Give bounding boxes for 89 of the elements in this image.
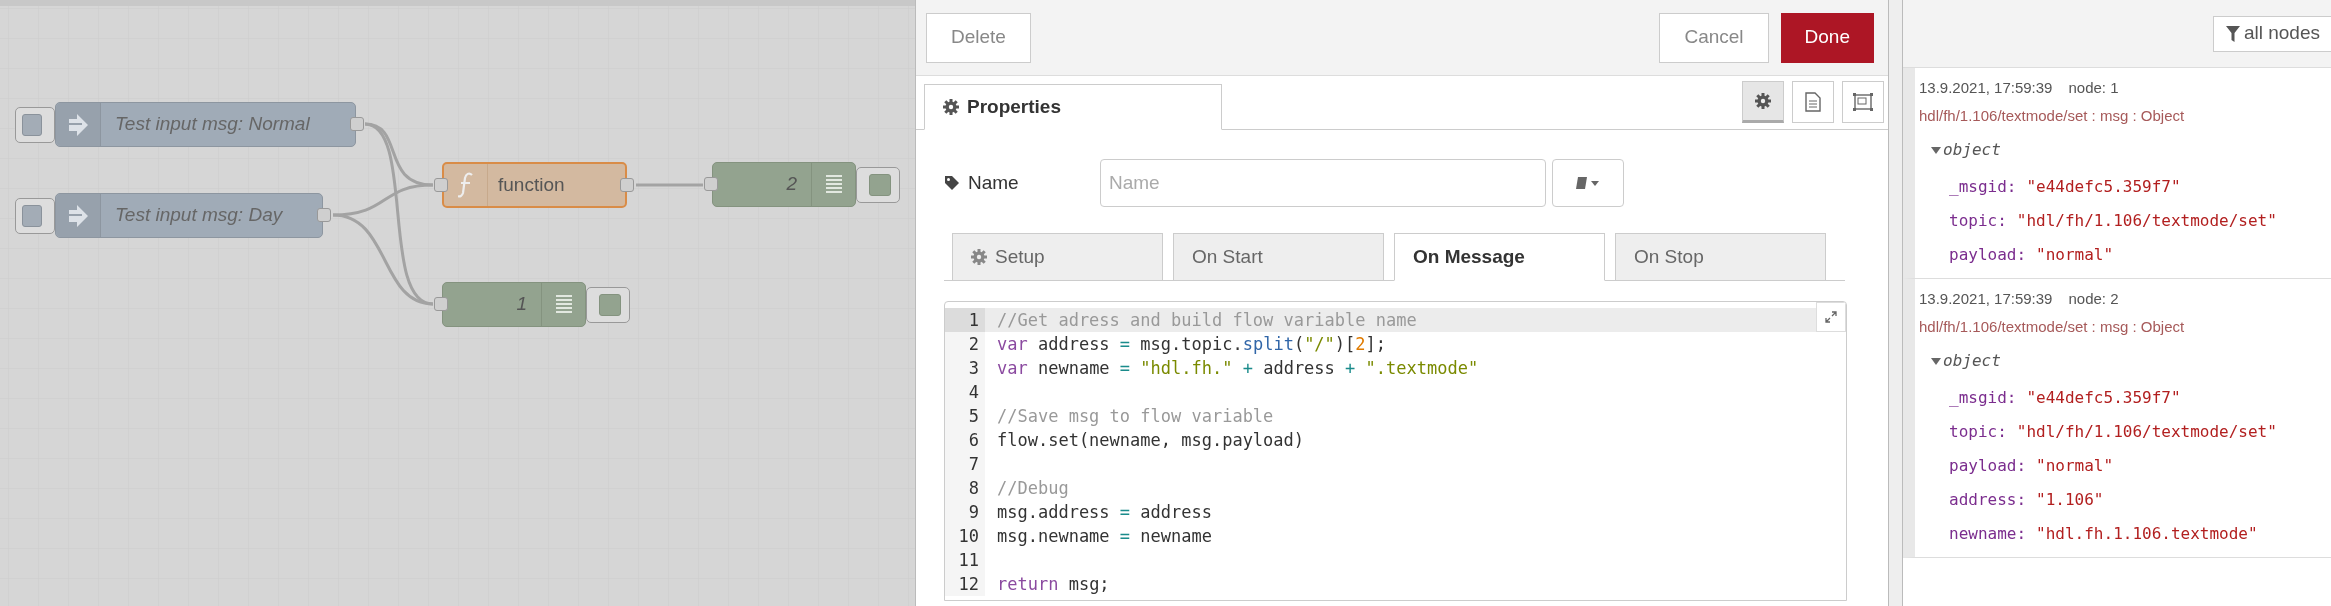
property-row-text: address: "1.106"	[1948, 489, 2105, 511]
code-line: var address = msg.topic.split("/")[2];	[996, 333, 1387, 356]
object-toggle[interactable]: object	[1919, 341, 2331, 381]
output-port[interactable]	[620, 178, 634, 192]
node-label: function	[497, 172, 565, 197]
frame-icon	[1852, 92, 1874, 112]
input-port[interactable]	[704, 177, 718, 191]
list-icon	[825, 173, 842, 196]
wire	[636, 183, 703, 187]
inject-node-button[interactable]	[15, 107, 55, 143]
tab[interactable]: Setup	[952, 233, 1163, 281]
function-node[interactable]: function	[442, 162, 627, 208]
gear-icon	[971, 249, 987, 265]
line-number: 9	[945, 500, 985, 524]
description-button[interactable]	[1792, 81, 1834, 123]
object-toggle[interactable]: object	[1919, 130, 2331, 170]
expand-icon	[1825, 311, 1837, 323]
message-time: 13.9.2021, 17:59:39	[1919, 77, 2053, 98]
message-source-label: node: 1	[2068, 77, 2119, 98]
node-label: 2	[786, 172, 798, 197]
input-port[interactable]	[434, 178, 448, 192]
line-number: 7	[945, 452, 985, 476]
line-number: 2	[945, 332, 985, 356]
caret-icon	[1931, 357, 1941, 365]
caret-icon	[1931, 146, 1941, 154]
input-port[interactable]	[434, 297, 448, 311]
line-number: 11	[945, 548, 985, 572]
inject-node-button[interactable]	[15, 198, 55, 234]
arrow-icon	[67, 112, 89, 137]
property-row-text: payload: "normal"	[1948, 455, 2115, 477]
line-number: 6	[945, 428, 985, 452]
function-icon	[457, 172, 474, 198]
property-row-text: newname: "hdl.fh.1.106.textmode"	[1948, 523, 2259, 545]
name-label: Name	[968, 170, 1019, 195]
arrow-icon	[67, 203, 89, 228]
code-editor[interactable]	[944, 301, 1847, 601]
property-row-text: _msgid: "e44defc5.359f7"	[1948, 176, 2182, 198]
line-number: 8	[945, 476, 985, 500]
settings-button[interactable]	[1742, 81, 1784, 123]
code-line: var newname = "hdl.fh." + address + ".textmode"	[996, 357, 1479, 380]
code-line: msg.address = address	[996, 501, 1212, 524]
property-row-text: payload: "normal"	[1948, 244, 2115, 266]
filter-icon	[2225, 25, 2240, 42]
message-time: 13.9.2021, 17:59:39	[1919, 288, 2053, 309]
message-source-label: node: 2	[2068, 288, 2119, 309]
tab[interactable]: On Message	[1394, 233, 1605, 281]
property-row-text: topic: "hdl/fh/1.106/textmode/set"	[1948, 421, 2278, 443]
document-icon	[1805, 92, 1821, 112]
output-port[interactable]	[317, 208, 331, 222]
done-button[interactable]: Done	[1780, 12, 1874, 63]
debug-node[interactable]: 2	[712, 162, 856, 207]
code-line: //Debug	[996, 477, 1069, 500]
message-topic: hdl/fh/1.106/textmode/set : msg : Object	[1919, 316, 2186, 337]
line-number: 4	[945, 380, 985, 404]
line-number: 12	[945, 572, 985, 596]
debug-node-button[interactable]	[856, 167, 900, 203]
name-field[interactable]: Name	[1100, 159, 1546, 207]
expand-button[interactable]	[1816, 302, 1846, 332]
line-number: 10	[945, 524, 985, 548]
line-number: 1	[945, 308, 985, 332]
line-number: 5	[945, 404, 985, 428]
book-icon	[1575, 176, 1601, 190]
code-line: //Save msg to flow variable	[996, 405, 1274, 428]
appearance-button[interactable]	[1842, 81, 1884, 123]
list-icon	[555, 293, 572, 316]
message-topic: hdl/fh/1.106/textmode/set : msg : Object	[1919, 105, 2186, 126]
code-line: flow.set(newname, msg.payload)	[996, 429, 1305, 452]
tab[interactable]: On Start	[1173, 233, 1384, 281]
debug-node[interactable]: 1	[442, 282, 586, 327]
library-button[interactable]	[1552, 159, 1624, 207]
code-line: msg.newname = newname	[996, 525, 1212, 548]
gear-icon	[1755, 93, 1771, 109]
property-row-text: topic: "hdl/fh/1.106/textmode/set"	[1948, 210, 2278, 232]
gear-icon	[943, 99, 959, 115]
tab[interactable]: On Stop	[1615, 233, 1826, 281]
line-number: 3	[945, 356, 985, 380]
delete-button[interactable]: Delete	[926, 12, 1031, 63]
node-label: Test input msg: Normal	[114, 112, 310, 137]
filter-button[interactable]: all nodes	[2212, 15, 2331, 52]
cancel-button[interactable]: Cancel	[1659, 12, 1769, 63]
code-line: //Get adress and build flow variable name	[996, 309, 1417, 332]
debug-node-button[interactable]	[586, 287, 630, 323]
property-row-text: _msgid: "e44defc5.359f7"	[1948, 387, 2182, 409]
tag-icon	[944, 175, 960, 191]
properties-tab[interactable]: Properties	[924, 84, 1222, 130]
output-port[interactable]	[350, 117, 364, 131]
node-label: Test input msg: Day	[114, 203, 283, 228]
node-label: 1	[516, 292, 528, 317]
code-line: return msg;	[996, 573, 1110, 596]
